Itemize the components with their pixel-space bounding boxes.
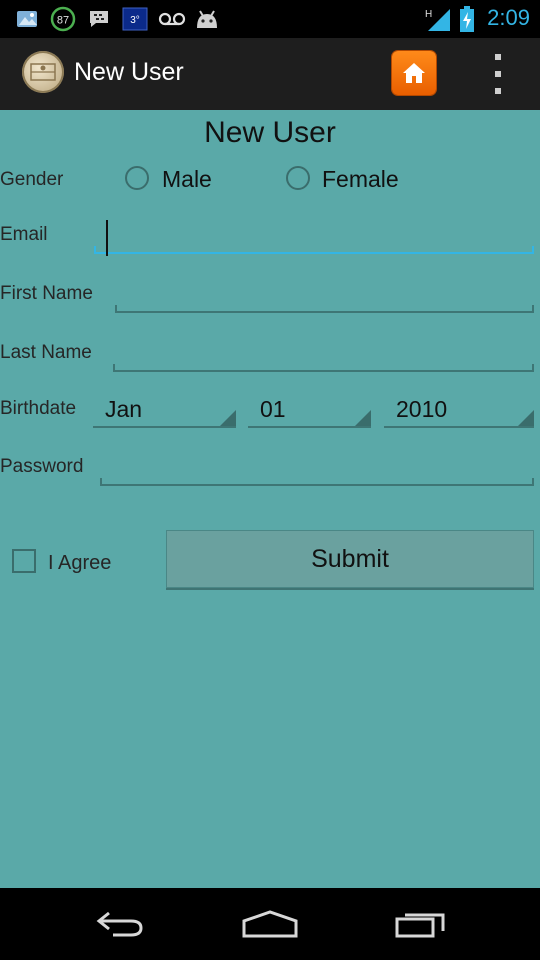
android-icon — [193, 7, 221, 31]
gender-female-radio[interactable] — [286, 166, 310, 190]
action-bar: New User — [0, 38, 540, 112]
dropdown-triangle-icon — [220, 410, 236, 426]
gender-label: Gender — [0, 169, 64, 190]
battery-percent-text: 87 — [57, 15, 69, 27]
birth-day-spinner[interactable]: 01 — [248, 392, 371, 428]
agree-checkbox[interactable] — [12, 549, 36, 573]
first-name-label: First Name — [0, 283, 93, 304]
new-user-form: New User Gender Male Female Email First … — [0, 110, 540, 888]
status-bar: 87 3° H 2:09 — [0, 0, 540, 38]
submit-button[interactable]: Submit — [166, 530, 534, 588]
birth-day-value: 01 — [260, 396, 286, 422]
overflow-menu-icon[interactable] — [486, 54, 510, 94]
password-label: Password — [0, 456, 84, 477]
voicemail-icon — [158, 7, 186, 31]
home-icon — [403, 63, 425, 83]
birth-year-value: 2010 — [396, 396, 448, 422]
navigation-bar — [0, 888, 540, 960]
email-label: Email — [0, 224, 48, 245]
birth-year-spinner[interactable]: 2010 — [384, 392, 534, 428]
signal-icon: H — [424, 7, 452, 31]
agree-label[interactable]: I Agree — [48, 552, 111, 575]
action-bar-title: New User — [74, 58, 184, 86]
home-button[interactable] — [392, 51, 436, 95]
status-time: 2:09 — [487, 5, 530, 30]
email-field[interactable] — [94, 220, 534, 256]
last-name-field[interactable] — [113, 338, 534, 372]
birthdate-label: Birthdate — [0, 398, 77, 419]
gender-female-label[interactable]: Female — [322, 166, 399, 193]
battery-charging-icon — [458, 6, 476, 32]
app-logo-icon[interactable] — [22, 51, 64, 93]
first-name-field[interactable] — [115, 279, 534, 313]
form-title: New User — [204, 116, 336, 149]
back-icon[interactable] — [80, 900, 160, 948]
birth-month-spinner[interactable]: Jan — [93, 392, 236, 428]
text-cursor — [106, 220, 108, 256]
network-type-text: H — [425, 9, 432, 20]
dropdown-triangle-icon — [355, 410, 371, 426]
calendar-badge-text: 3° — [130, 15, 140, 26]
notification-icon — [14, 7, 42, 31]
blackberry-messenger-icon — [86, 7, 112, 31]
birth-month-value: Jan — [105, 396, 143, 422]
last-name-label: Last Name — [0, 342, 92, 363]
gender-male-label[interactable]: Male — [162, 166, 212, 193]
calendar-icon: 3° — [121, 7, 149, 31]
dropdown-triangle-icon — [518, 410, 534, 426]
home-nav-icon[interactable] — [230, 900, 310, 948]
recent-apps-icon[interactable] — [380, 900, 460, 948]
password-field[interactable] — [100, 452, 534, 486]
gender-male-radio[interactable] — [125, 166, 149, 190]
battery-percent-icon: 87 — [49, 6, 77, 32]
